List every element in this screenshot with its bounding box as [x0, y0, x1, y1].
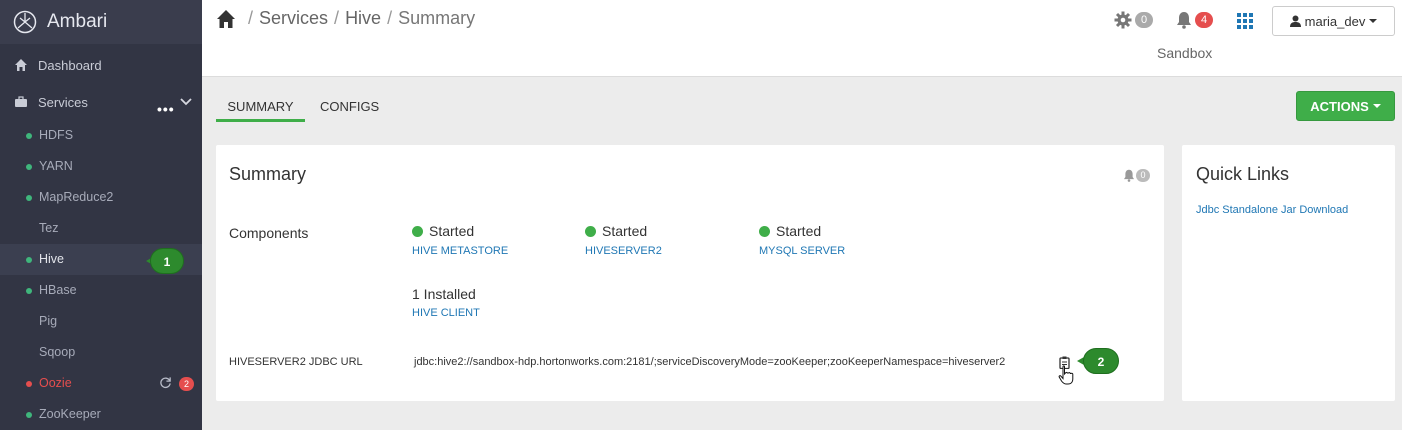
sidebar-item-dashboard[interactable]: Dashboard [0, 47, 202, 83]
status-dot [26, 164, 32, 170]
status-dot [26, 288, 32, 294]
user-menu-button[interactable]: maria_dev [1272, 6, 1395, 36]
sidebar-item-sqoop[interactable]: Sqoop [0, 337, 202, 368]
summary-panel: Summary 0 Components Started HIVE METAST… [216, 145, 1164, 401]
component-link-hiveserver2[interactable]: HIVESERVER2 [585, 245, 662, 257]
grid-icon[interactable] [1237, 13, 1253, 29]
caret-down-icon [1372, 104, 1381, 108]
check-circle-icon [759, 225, 770, 237]
caret-down-icon [1369, 19, 1378, 23]
status-text: Started [602, 223, 648, 239]
cluster-name: Sandbox [1157, 45, 1213, 61]
breadcrumb-separator: / [387, 8, 393, 28]
ambari-logo-icon [13, 10, 37, 34]
user-icon [1289, 15, 1301, 27]
jdbc-url-label: HIVESERVER2 JDBC URL [229, 356, 363, 368]
component-link-hive-client[interactable]: HIVE CLIENT [412, 307, 480, 319]
summary-alert-badge: 0 [1136, 169, 1150, 182]
component-status: Started [412, 223, 474, 239]
breadcrumb-services[interactable]: Services [259, 8, 328, 29]
refresh-icon[interactable] [159, 376, 172, 389]
quick-link-jdbc-jar[interactable]: Jdbc Standalone Jar Download [1196, 204, 1348, 216]
sidebar-item-pig[interactable]: Pig [0, 306, 202, 337]
sidebar-item-label: Dashboard [38, 57, 102, 73]
bell-icon[interactable] [1176, 11, 1192, 29]
tab-summary[interactable]: SUMMARY [216, 99, 305, 122]
tab-label: CONFIGS [320, 99, 380, 114]
chevron-down-icon[interactable] [179, 96, 193, 108]
status-dot [26, 195, 32, 201]
sidebar-item-label: YARN [39, 159, 73, 173]
sidebar-item-label: Hive [39, 252, 65, 266]
sidebar-item-label: Tez [39, 221, 59, 235]
jdbc-url-value[interactable]: jdbc:hive2://sandbox-hdp.hortonworks.com… [414, 356, 1005, 368]
sidebar-item-label: Sqoop [39, 345, 76, 359]
sidebar: Ambari Dashboard Services ••• HDFS YARN … [0, 0, 202, 430]
sidebar-item-hdfs[interactable]: HDFS [0, 120, 202, 151]
home-icon[interactable] [216, 9, 236, 29]
sidebar-item-label: HDFS [39, 128, 74, 142]
status-dot [26, 257, 32, 263]
alerts-count-badge: 4 [1195, 12, 1213, 28]
sidebar-item-mapreduce2[interactable]: MapReduce2 [0, 182, 202, 213]
ops-count-badge: 0 [1135, 12, 1153, 28]
panel-title: Quick Links [1196, 164, 1290, 184]
client-status: 1 Installed [412, 286, 476, 302]
gear-icon[interactable] [1114, 11, 1132, 29]
breadcrumb-hive[interactable]: Hive [345, 8, 381, 29]
brand-title: Ambari [47, 11, 108, 32]
sidebar-item-label: Services [38, 94, 88, 110]
tab-configs[interactable]: CONFIGS [320, 99, 379, 114]
sidebar-item-zookeeper[interactable]: ZooKeeper [0, 399, 202, 430]
check-circle-icon [412, 225, 423, 237]
status-text: Started [429, 223, 475, 239]
tab-label: SUMMARY [227, 99, 294, 114]
quick-links-panel: Quick Links Jdbc Standalone Jar Download [1182, 145, 1395, 401]
sidebar-item-label: HBase [39, 283, 77, 297]
breadcrumb-separator: / [334, 8, 340, 28]
sidebar-item-hbase[interactable]: HBase [0, 275, 202, 306]
hand-cursor-icon [1058, 365, 1074, 385]
brand[interactable]: Ambari [0, 0, 202, 44]
breadcrumb-separator: / [248, 8, 254, 28]
sidebar-item-label: Oozie [39, 376, 72, 390]
components-label: Components [229, 225, 309, 241]
services-more-button[interactable]: ••• [157, 101, 175, 117]
sidebar-item-label: MapReduce2 [39, 190, 114, 204]
sidebar-item-label: ZooKeeper [39, 407, 101, 421]
status-dot [26, 412, 32, 418]
status-text: Started [776, 223, 822, 239]
component-status: Started [759, 223, 821, 239]
callout-2: 2 [1077, 348, 1119, 374]
breadcrumb: / Services / Hive / Summary [216, 8, 475, 29]
component-link-hive-metastore[interactable]: HIVE METASTORE [412, 245, 508, 257]
breadcrumb-summary: Summary [398, 8, 476, 28]
actions-label: ACTIONS [1310, 98, 1369, 114]
briefcase-icon [15, 96, 27, 107]
home-icon [15, 59, 27, 71]
component-status: Started [585, 223, 647, 239]
user-name: maria_dev [1304, 13, 1366, 29]
status-dot [26, 133, 32, 139]
actions-button[interactable]: ACTIONS [1296, 91, 1395, 121]
callout-number: 2 [1083, 348, 1119, 374]
oozie-alert-badge: 2 [179, 377, 194, 391]
status-dot [26, 381, 32, 387]
panel-title: Summary [229, 164, 307, 184]
sidebar-item-yarn[interactable]: YARN [0, 151, 202, 182]
sidebar-item-tez[interactable]: Tez [0, 213, 202, 244]
callout-1: 1 [146, 248, 184, 274]
callout-number: 1 [150, 248, 184, 274]
bell-icon[interactable] [1123, 169, 1135, 182]
top-header: / Services / Hive / Summary 0 4 maria_de… [202, 0, 1402, 77]
sidebar-item-label: Pig [39, 314, 58, 328]
check-circle-icon [585, 225, 596, 237]
component-link-mysql-server[interactable]: MYSQL SERVER [759, 245, 845, 257]
